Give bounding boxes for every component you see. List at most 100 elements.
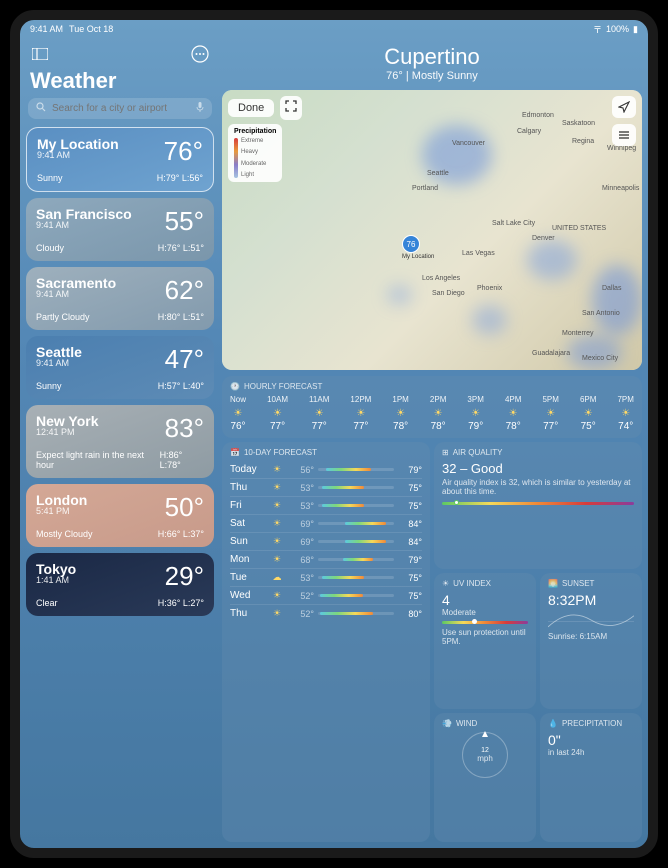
hourly-forecast-card[interactable]: 🕐 HOURLY FORECAST Now☀76°10AM☀77°11AM☀77…: [222, 376, 642, 438]
location-time: 9:41 AM: [36, 220, 132, 230]
day-row: Wed☀52°75°: [230, 586, 422, 604]
precip-note: in last 24h: [548, 748, 634, 757]
location-hilo: H:80° L:51°: [158, 312, 204, 322]
location-card[interactable]: Seattle9:41 AM47° SunnyH:57° L:40°: [26, 336, 214, 399]
location-time: 9:41 AM: [37, 150, 119, 160]
layers-icon[interactable]: [612, 124, 636, 146]
legend-level: Moderate: [241, 161, 266, 167]
location-hilo: H:79° L:56°: [157, 173, 203, 183]
map-city-label: UNITED STATES: [552, 225, 606, 232]
legend-level: Extreme: [241, 138, 266, 144]
location-card[interactable]: San Francisco9:41 AM55° CloudyH:76° L:51…: [26, 198, 214, 261]
map-city-label: Monterrey: [562, 330, 594, 337]
my-location-marker[interactable]: 76 My Location: [402, 235, 434, 260]
more-icon[interactable]: [190, 44, 210, 64]
uv-header: UV INDEX: [453, 579, 491, 588]
map[interactable]: VancouverSeattlePortlandSalt Lake CityLa…: [222, 90, 642, 370]
location-card[interactable]: New York12:41 PM83° Expect light rain in…: [26, 405, 214, 478]
location-hilo: H:86° L:78°: [160, 450, 204, 470]
uv-index-card[interactable]: ☀ UV INDEX 4 Moderate Use sun protection…: [434, 573, 536, 710]
precip-value: 0": [548, 732, 634, 748]
precipitation-card[interactable]: 💧 PRECIPITATION 0" in last 24h: [540, 713, 642, 842]
main-pane: Cupertino 76° | Mostly Sunny VancouverSe…: [220, 38, 648, 848]
search-box[interactable]: [28, 98, 212, 119]
sunset-value: 8:32PM: [548, 592, 634, 608]
calendar-icon: 📅: [230, 448, 240, 457]
map-city-label: Dallas: [602, 285, 621, 292]
tenday-forecast-card[interactable]: 📅 10-DAY FORECAST Today☀56°79°Thu☀53°75°…: [222, 442, 430, 842]
location-condition: Clear: [36, 598, 58, 608]
location-card[interactable]: Sacramento9:41 AM62° Partly CloudyH:80° …: [26, 267, 214, 330]
wifi-icon: 〒: [593, 23, 602, 36]
day-row: Thu☀52°80°: [230, 604, 422, 622]
location-arrow-icon[interactable]: [612, 96, 636, 118]
sunset-card[interactable]: 🌅 SUNSET 8:32PM Sunrise: 6:15AM: [540, 573, 642, 710]
uv-note: Use sun protection until 5PM.: [442, 628, 528, 646]
location-card[interactable]: My Location9:41 AM76° SunnyH:79° L:56°: [26, 127, 214, 192]
location-hilo: H:66° L:37°: [158, 529, 204, 539]
sunrise-value: Sunrise: 6:15AM: [548, 632, 634, 641]
map-city-label: Edmonton: [522, 112, 554, 119]
battery-icon: ▮: [633, 24, 638, 35]
location-card[interactable]: Tokyo1:41 AM29° ClearH:36° L:27°: [26, 553, 214, 616]
map-city-label: Denver: [532, 235, 555, 242]
wind-card[interactable]: 💨 WIND 12 mph: [434, 713, 536, 842]
map-city-label: Calgary: [517, 128, 541, 135]
location-hilo: H:57° L:40°: [158, 381, 204, 391]
location-condition: Sunny: [36, 381, 62, 391]
location-time: 12:41 PM: [36, 427, 99, 437]
sunset-icon: 🌅: [548, 579, 558, 588]
air-quality-card[interactable]: ⊞ AIR QUALITY 32 – Good Air quality inde…: [434, 442, 642, 569]
day-row: Tue☁53°75°: [230, 568, 422, 586]
location-temp: 29°: [165, 561, 204, 592]
hour-item: 12PM☀77°: [350, 395, 371, 432]
hour-item: 7PM☀74°: [617, 395, 633, 432]
location-card[interactable]: London5:41 PM50° Mostly CloudyH:66° L:37…: [26, 484, 214, 547]
search-input[interactable]: [52, 103, 190, 114]
map-city-label: Guadalajara: [532, 350, 570, 357]
uv-level: Moderate: [442, 608, 528, 617]
map-city-label: Saskatoon: [562, 120, 595, 127]
location-list[interactable]: My Location9:41 AM76° SunnyH:79° L:56° S…: [26, 127, 214, 842]
hour-item: 10AM☀77°: [267, 395, 288, 432]
hour-item: 6PM☀75°: [580, 395, 596, 432]
day-row: Sun☀69°84°: [230, 532, 422, 550]
aq-desc: Air quality index is 32, which is simila…: [442, 478, 634, 496]
precip-header: PRECIPITATION: [562, 719, 622, 728]
sidebar-toggle-icon[interactable]: [30, 44, 50, 64]
expand-icon[interactable]: [280, 96, 302, 120]
map-city-label: San Antonio: [582, 310, 620, 317]
city-name: Cupertino: [222, 44, 642, 70]
day-row: Thu☀53°75°: [230, 478, 422, 496]
hour-item: 1PM☀78°: [392, 395, 408, 432]
location-hilo: H:36° L:27°: [158, 598, 204, 608]
wind-icon: 💨: [442, 719, 452, 728]
map-city-label: Winnipeg: [607, 145, 636, 152]
hourly-header: HOURLY FORECAST: [244, 382, 322, 391]
map-city-label: Phoenix: [477, 285, 502, 292]
status-time: 9:41 AM: [30, 24, 63, 34]
mic-icon[interactable]: [196, 102, 204, 115]
location-temp: 47°: [165, 344, 204, 375]
hour-item: 2PM☀78°: [430, 395, 446, 432]
sunset-header: SUNSET: [562, 579, 594, 588]
my-location-label: My Location: [402, 254, 434, 260]
day-row: Fri☀53°75°: [230, 496, 422, 514]
status-bar: 9:41 AM Tue Oct 18 〒 100% ▮: [20, 20, 648, 38]
my-location-badge: 76: [402, 235, 420, 253]
done-button[interactable]: Done: [228, 99, 274, 117]
sun-icon: ☀: [442, 579, 449, 588]
search-icon: [36, 102, 46, 115]
hour-item: 5PM☀77°: [542, 395, 558, 432]
hour-item: 11AM☀77°: [309, 395, 329, 432]
location-time: 9:41 AM: [36, 358, 82, 368]
hour-item: 3PM☀79°: [467, 395, 483, 432]
day-row: Mon☀68°79°: [230, 550, 422, 568]
city-header: Cupertino 76° | Mostly Sunny: [222, 38, 642, 90]
hour-item: 4PM☀78°: [505, 395, 521, 432]
wind-unit: mph: [477, 754, 493, 763]
location-condition: Partly Cloudy: [36, 312, 90, 322]
map-city-label: San Diego: [432, 290, 465, 297]
clock-icon: 🕐: [230, 382, 240, 391]
day-row: Sat☀69°84°: [230, 514, 422, 532]
